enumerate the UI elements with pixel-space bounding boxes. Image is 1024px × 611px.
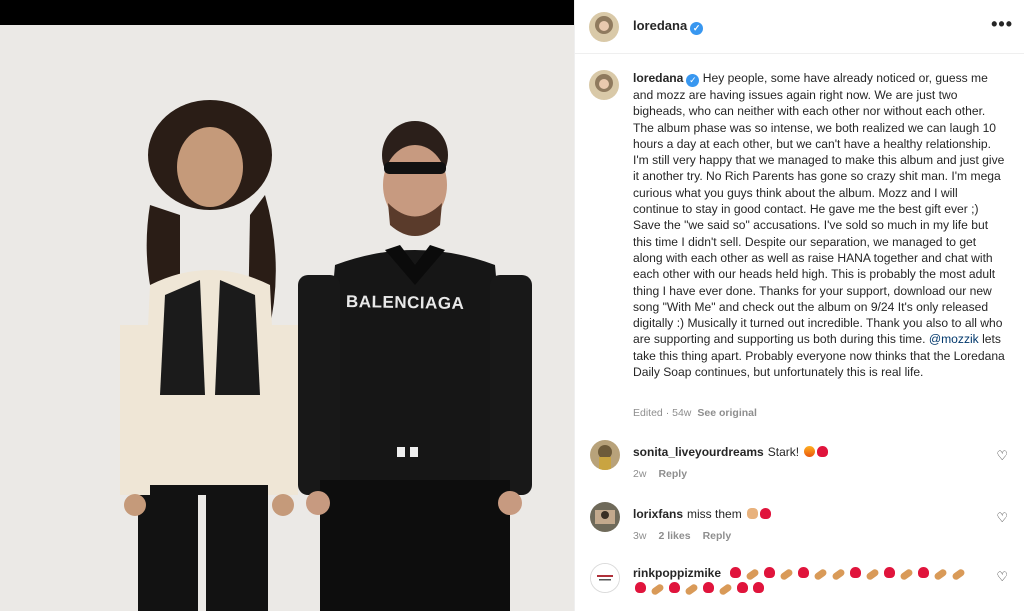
caption-mention-link[interactable]: @mozzik (929, 332, 979, 346)
like-heart-icon[interactable]: ♡ (996, 569, 1008, 585)
comment-username[interactable]: sonita_liveyourdreams (633, 445, 764, 459)
header-username[interactable]: loredana ✓ (633, 18, 704, 35)
comment-meta: 3w 2 likes Reply (633, 530, 743, 542)
red-heart-emoji-icon (703, 582, 714, 593)
verified-badge-icon: ✓ (690, 22, 704, 35)
comment-likes[interactable]: 2 likes (658, 530, 690, 542)
comment-username[interactable]: lorixfans (633, 507, 683, 521)
hotdog-emoji-icon (650, 582, 665, 597)
red-heart-emoji-icon (918, 567, 930, 578)
comment-item: lorixfans miss them 3w 2 likes Reply ♡ (590, 502, 1010, 552)
comment-text: rinkpoppizmike (633, 566, 983, 597)
red-heart-emoji-icon (817, 446, 829, 457)
caption-text: Hey people, some have already noticed or… (633, 71, 1005, 347)
hotdog-emoji-icon (865, 567, 881, 582)
hotdog-emoji-icon (951, 567, 967, 582)
red-heart-emoji-icon (669, 582, 680, 593)
hotdog-emoji-icon (684, 582, 699, 597)
hotdog-emoji-icon (745, 567, 761, 582)
hotdog-emoji-icon (718, 582, 733, 597)
red-heart-emoji-icon (884, 567, 896, 578)
red-heart-emoji-icon (737, 582, 748, 593)
comment-body: Stark! (767, 445, 800, 459)
hotdog-emoji-icon (813, 567, 829, 582)
top-bar (0, 0, 574, 25)
red-heart-emoji-icon (760, 508, 772, 519)
header-username-text[interactable]: loredana (633, 18, 687, 33)
caption-meta: Edited · 54w See original (633, 407, 757, 419)
post-photo[interactable]: BALENCIAGA (0, 25, 574, 611)
like-heart-icon[interactable]: ♡ (996, 510, 1008, 526)
comment-body: miss them (687, 507, 742, 521)
red-heart-emoji-icon (730, 567, 742, 578)
red-heart-emoji-icon (753, 582, 764, 593)
comment-time: 2w (633, 468, 647, 480)
hotdog-emoji-icon (831, 567, 847, 582)
edited-label: Edited (633, 407, 663, 419)
reply-button[interactable]: Reply (703, 530, 732, 542)
caption-username[interactable]: loredana (633, 71, 683, 85)
comment-item: rinkpoppizmike ♡ (590, 563, 1010, 611)
red-heart-emoji-icon (850, 567, 862, 578)
comment-avatar[interactable] (590, 502, 620, 532)
comment-text: lorixfans miss them (633, 507, 772, 521)
hand-emoji-icon (747, 508, 759, 519)
comment-avatar[interactable] (590, 563, 620, 593)
comment-meta: 2w Reply (633, 468, 699, 480)
caption-verified-badge-icon: ✓ (686, 74, 700, 87)
red-heart-emoji-icon (635, 582, 646, 593)
comment-avatar[interactable] (590, 440, 620, 470)
hotdog-emoji-icon (899, 567, 915, 582)
red-heart-emoji-icon (764, 567, 776, 578)
avatar[interactable] (589, 12, 619, 42)
jacket-brand-text: BALENCIAGA (345, 291, 465, 314)
comment-item: sonita_liveyourdreams Stark! 2w Reply ♡ (590, 440, 1010, 490)
photo-illustration (0, 25, 574, 611)
see-original-link[interactable]: See original (697, 407, 757, 419)
fire-emoji-icon (804, 446, 816, 457)
hotdog-emoji-icon (779, 567, 795, 582)
hotdog-emoji-icon (933, 567, 949, 582)
comment-time: 3w (633, 530, 647, 542)
red-heart-emoji-icon (798, 567, 810, 578)
like-heart-icon[interactable]: ♡ (996, 448, 1008, 464)
caption-avatar[interactable] (589, 70, 619, 100)
more-options-icon[interactable]: ••• (991, 14, 1013, 35)
post-side-panel: loredana ✓ ••• loredana ✓ Hey people, some… (574, 0, 1024, 611)
reply-button[interactable]: Reply (658, 468, 687, 480)
post-caption: loredana ✓ Hey people, some have already … (633, 70, 1005, 380)
comment-username[interactable]: rinkpoppizmike (633, 566, 721, 580)
post-age: 54w (672, 407, 692, 419)
post-header: loredana ✓ ••• (575, 0, 1024, 54)
comment-text: sonita_liveyourdreams Stark! (633, 445, 829, 459)
